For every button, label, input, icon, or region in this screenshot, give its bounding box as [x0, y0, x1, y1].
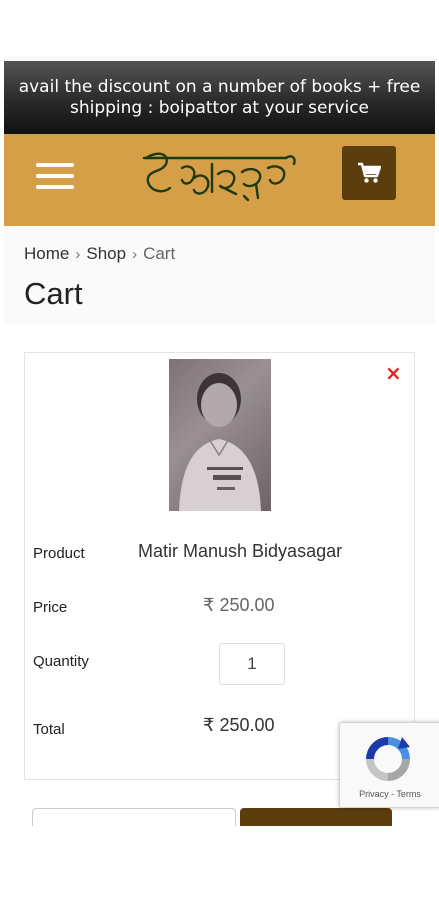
- recaptcha-icon: [366, 737, 410, 781]
- total-value: ₹ 250.00: [203, 715, 275, 735]
- product-name-link[interactable]: Matir Manush Bidyasagar: [138, 541, 342, 562]
- price-label: Price: [33, 599, 68, 616]
- cart-item-card: × Product Matir Manush Bidyasagar Price …: [24, 352, 415, 780]
- product-label: Product: [33, 545, 85, 562]
- site-logo[interactable]: [136, 144, 306, 210]
- cart-button[interactable]: [342, 146, 396, 200]
- price-value: ₹ 250.00: [203, 595, 275, 615]
- page-frame: avail the discount on a number of books …: [4, 56, 435, 826]
- cart-icon: [358, 162, 381, 183]
- recaptcha-terms[interactable]: Privacy - Terms: [340, 789, 439, 799]
- breadcrumb: Home › Shop › Cart: [24, 244, 175, 264]
- promo-banner: avail the discount on a number of books …: [4, 61, 435, 134]
- remove-item-icon[interactable]: ×: [385, 363, 402, 383]
- breadcrumb-separator: ›: [132, 246, 138, 263]
- page-title: Cart: [24, 276, 83, 311]
- update-cart-button[interactable]: [32, 808, 236, 826]
- checkout-button[interactable]: [240, 808, 392, 826]
- page-heading-area: Home › Shop › Cart Cart: [4, 226, 435, 324]
- breadcrumb-home[interactable]: Home: [24, 244, 69, 263]
- quantity-label: Quantity: [33, 653, 89, 670]
- product-thumbnail[interactable]: [169, 359, 271, 511]
- breadcrumb-separator: ›: [75, 246, 81, 263]
- site-header: [4, 134, 435, 226]
- hamburger-icon[interactable]: [36, 159, 74, 193]
- recaptcha-badge[interactable]: Privacy - Terms: [339, 722, 439, 808]
- breadcrumb-current: Cart: [143, 244, 176, 263]
- quantity-input[interactable]: [219, 643, 285, 685]
- promo-text: avail the discount on a number of books …: [18, 76, 421, 118]
- breadcrumb-shop[interactable]: Shop: [86, 244, 126, 263]
- total-label: Total: [33, 721, 65, 738]
